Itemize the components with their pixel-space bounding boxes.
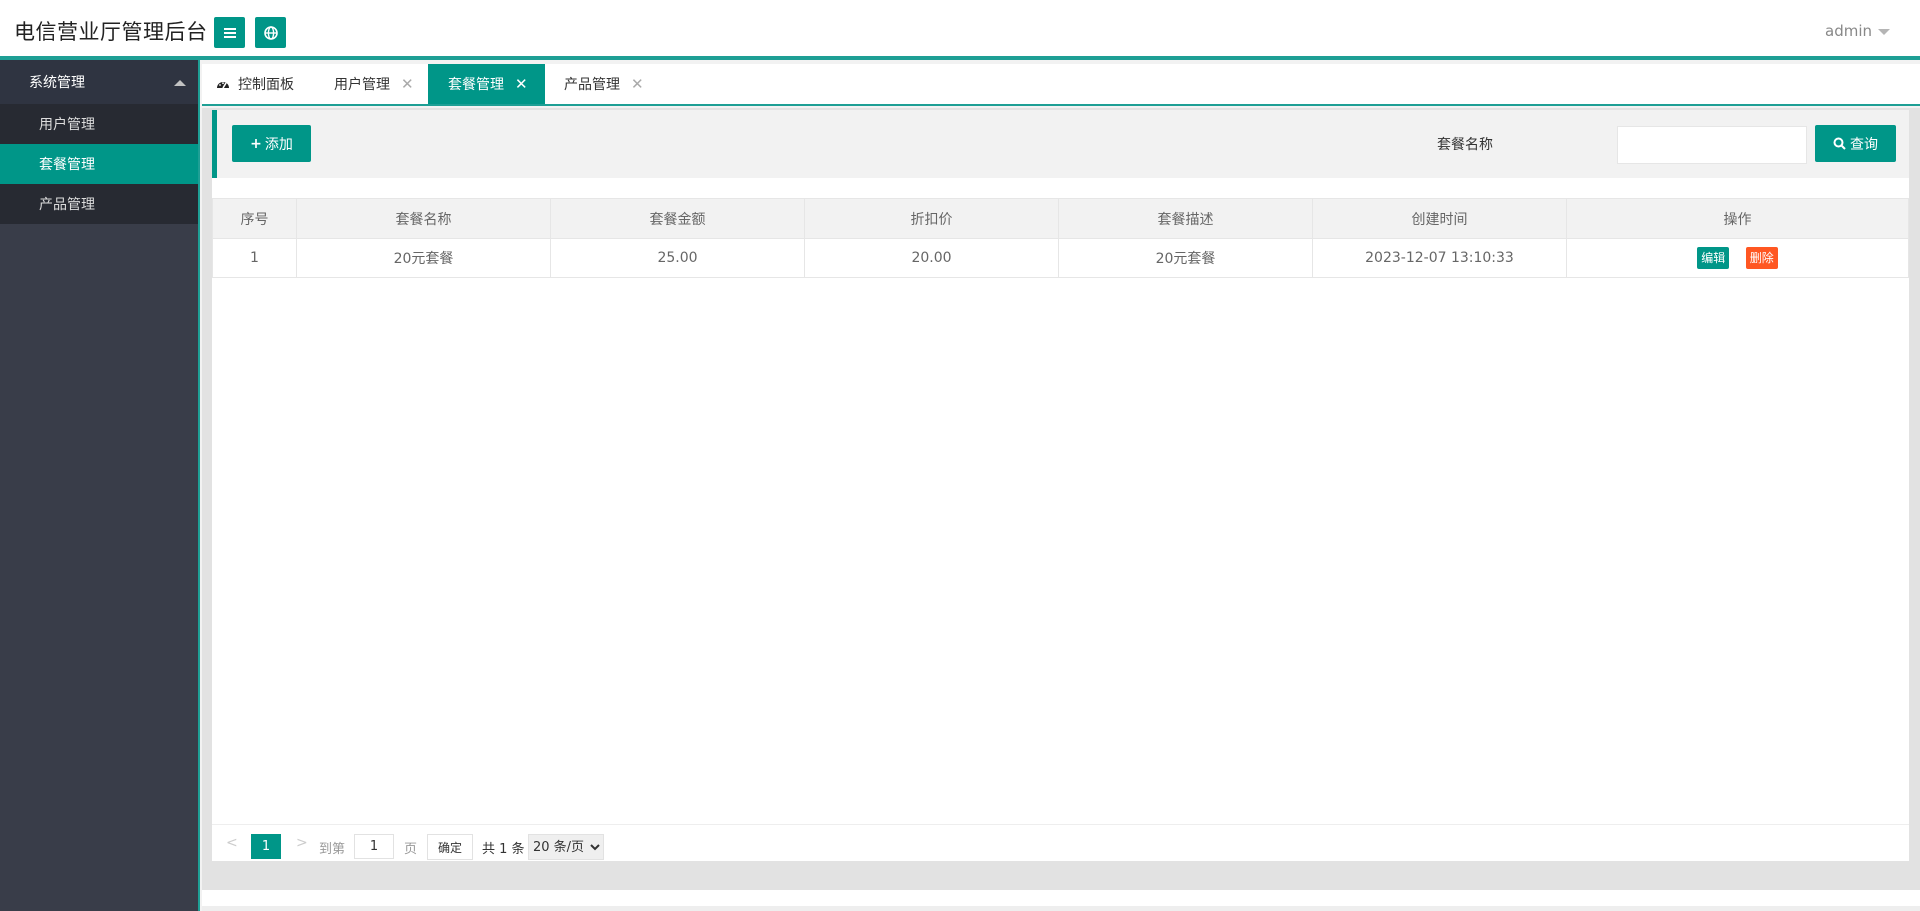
tab-label: 产品管理 <box>564 77 620 93</box>
cell-actions: 编辑 删除 <box>1566 238 1909 278</box>
add-button[interactable]: + 添加 <box>232 125 311 162</box>
search-icon <box>1833 137 1846 150</box>
current-page[interactable]: 1 <box>251 834 281 859</box>
next-page-icon[interactable]: > <box>296 835 308 851</box>
table-header-row: 序号 套餐名称 套餐金额 折扣价 套餐描述 创建时间 操作 <box>212 198 1909 239</box>
close-icon[interactable]: ✕ <box>401 75 414 93</box>
data-table: 序号 套餐名称 套餐金额 折扣价 套餐描述 创建时间 操作 1 20元套餐 25… <box>212 198 1909 278</box>
page-size-select[interactable]: 20 条/页 <box>528 834 604 860</box>
nav-group-label: 系统管理 <box>29 75 85 91</box>
sidebar: 系统管理 用户管理 套餐管理 产品管理 <box>0 60 200 911</box>
column-header[interactable]: 序号 <box>212 198 297 239</box>
query-button[interactable]: 查询 <box>1815 125 1896 162</box>
menu-icon <box>223 27 236 38</box>
cell-name: 20元套餐 <box>296 238 551 278</box>
user-menu[interactable]: admin <box>1825 22 1890 40</box>
user-name: admin <box>1825 22 1872 40</box>
tab-packages[interactable]: 套餐管理 ✕ <box>428 64 545 104</box>
table-row[interactable]: 1 20元套餐 25.00 20.00 20元套餐 2023-12-07 13:… <box>212 238 1909 278</box>
column-header[interactable]: 套餐描述 <box>1058 198 1313 239</box>
plus-icon: + <box>250 135 262 152</box>
cell-description: 20元套餐 <box>1058 238 1313 278</box>
confirm-button[interactable]: 确定 <box>427 834 473 860</box>
total-count: 共 1 条 <box>482 842 525 857</box>
caret-down-icon <box>1878 28 1890 35</box>
sidebar-item-label: 套餐管理 <box>39 157 95 173</box>
content-frame: + 添加 套餐名称 查询 序号 套餐名称 套餐金额 折扣价 套餐描述 创建时间 … <box>202 108 1920 911</box>
chevron-up-icon <box>174 80 186 86</box>
globe-button[interactable] <box>255 17 286 48</box>
cell-discount: 20.00 <box>804 238 1059 278</box>
sidebar-item-label: 产品管理 <box>39 197 95 213</box>
goto-page-input[interactable] <box>354 834 394 859</box>
sidebar-item-label: 用户管理 <box>39 117 95 133</box>
query-button-label: 查询 <box>1850 136 1878 153</box>
edit-button[interactable]: 编辑 <box>1697 247 1730 269</box>
tab-label: 用户管理 <box>334 77 390 93</box>
bottom-strip <box>202 906 1920 911</box>
search-input[interactable] <box>1617 126 1807 164</box>
search-label: 套餐名称 <box>1437 137 1493 153</box>
column-header[interactable]: 套餐名称 <box>296 198 551 239</box>
tab-label: 控制面板 <box>238 77 294 93</box>
cell-amount: 25.00 <box>550 238 805 278</box>
cell-created: 2023-12-07 13:10:33 <box>1312 238 1567 278</box>
tab-dashboard[interactable]: 控制面板 <box>216 64 316 104</box>
prev-page-icon[interactable]: < <box>226 835 238 851</box>
top-header: 电信营业厅管理后台 admin <box>0 0 1920 60</box>
toolbar: + 添加 套餐名称 查询 <box>212 110 1909 178</box>
content-panel: + 添加 套餐名称 查询 序号 套餐名称 套餐金额 折扣价 套餐描述 创建时间 … <box>212 110 1909 861</box>
dashboard-icon <box>217 82 229 89</box>
sidebar-item-users[interactable]: 用户管理 <box>0 104 198 144</box>
app-title: 电信营业厅管理后台 <box>14 20 208 44</box>
sidebar-item-packages[interactable]: 套餐管理 <box>0 144 198 184</box>
column-header[interactable]: 操作 <box>1566 198 1909 239</box>
add-button-label: 添加 <box>264 136 293 153</box>
goto-label: 到第 <box>319 842 346 857</box>
tab-bar: 控制面板 用户管理 ✕ 套餐管理 ✕ 产品管理 ✕ <box>202 64 1920 106</box>
column-header[interactable]: 套餐金额 <box>550 198 805 239</box>
close-icon[interactable]: ✕ <box>631 75 644 93</box>
globe-icon <box>263 25 278 40</box>
tab-users[interactable]: 用户管理 ✕ <box>330 64 430 104</box>
nav-group-system[interactable]: 系统管理 <box>0 60 198 104</box>
sidebar-item-products[interactable]: 产品管理 <box>0 184 198 224</box>
menu-toggle-button[interactable] <box>214 17 245 48</box>
tab-products[interactable]: 产品管理 ✕ <box>564 64 674 104</box>
delete-button[interactable]: 删除 <box>1745 247 1778 269</box>
column-header[interactable]: 创建时间 <box>1312 198 1567 239</box>
column-header[interactable]: 折扣价 <box>804 198 1059 239</box>
pagination: < 1 > 到第 页 确定 共 1 条 20 条/页 <box>212 824 1909 861</box>
page-unit-label: 页 <box>404 842 418 857</box>
tab-label: 套餐管理 <box>448 77 504 93</box>
close-icon[interactable]: ✕ <box>515 75 528 93</box>
cell-index: 1 <box>212 238 297 278</box>
